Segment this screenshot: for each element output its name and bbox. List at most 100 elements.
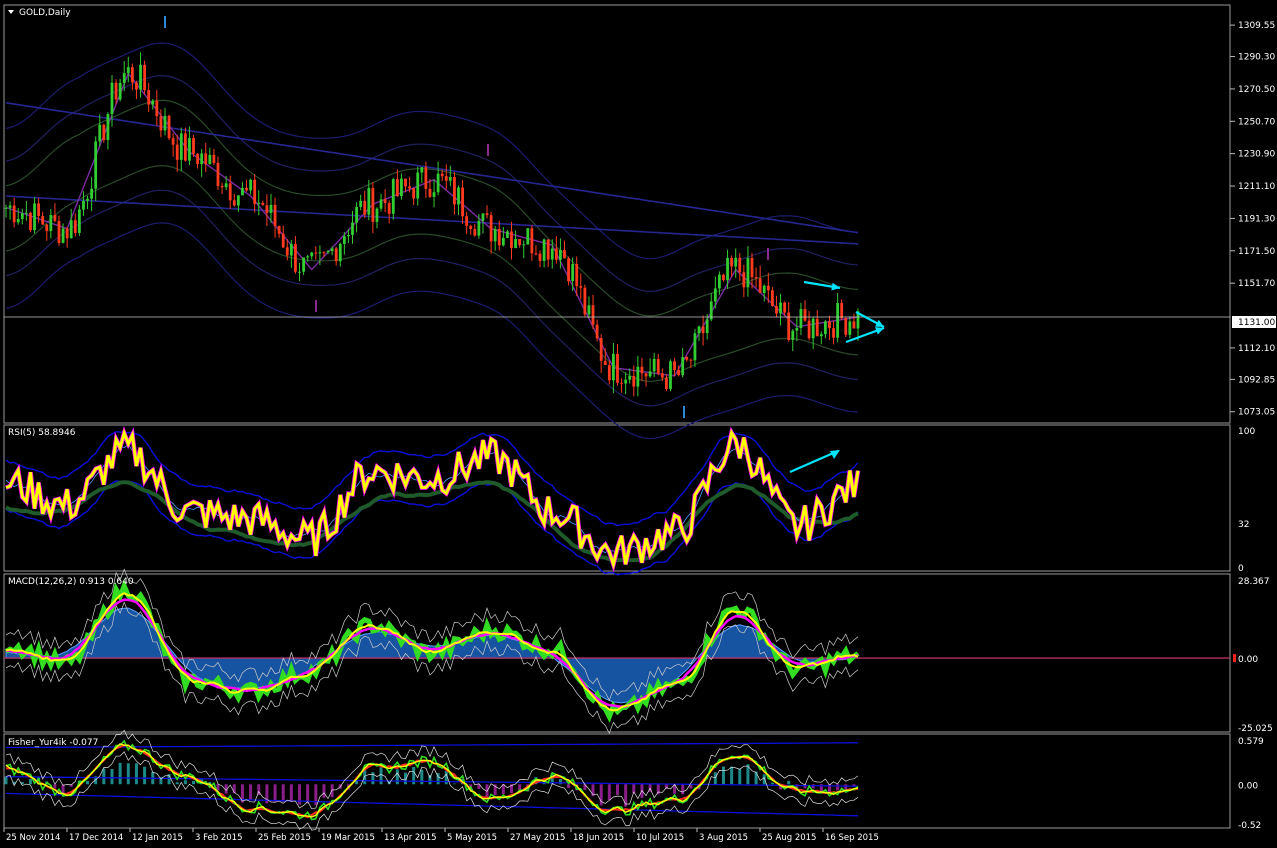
candle-body [592, 305, 595, 324]
candle-body [261, 203, 264, 205]
candle-body [9, 206, 12, 208]
chart-menu-icon[interactable] [8, 10, 14, 14]
chart-window: GOLD,Daily RSI(5) 58.8946 MACD(12,26,2) … [0, 0, 1277, 844]
candle-body [155, 101, 158, 117]
moving-average-line [6, 103, 858, 233]
candle-body [791, 331, 794, 340]
fisher-plot [5, 730, 859, 830]
candle-body [624, 380, 627, 384]
candle-body [367, 188, 370, 215]
candle-body [571, 264, 574, 281]
price-tick-label: 1290.30 [1238, 53, 1275, 63]
candle-body [249, 180, 252, 191]
candle-body [649, 371, 652, 376]
rsi-tick-label: 0 [1238, 564, 1244, 574]
macd-panel-title: MACD(12,26,2) 0.913 0.640 [8, 577, 134, 587]
fisher-bar [119, 763, 122, 784]
candle-body [229, 183, 232, 200]
candle-body [636, 367, 639, 387]
candle-body [127, 67, 130, 73]
candle-body [616, 354, 619, 383]
price-tick-label: 1270.50 [1238, 85, 1275, 95]
fisher-bar [836, 784, 839, 790]
candle-body [530, 228, 533, 253]
candle-body [119, 83, 122, 100]
candle-body [482, 213, 485, 220]
time-tick-label: 25 Aug 2015 [762, 833, 816, 843]
price-tick-label: 1191.30 [1238, 214, 1275, 224]
candle-body [853, 321, 856, 328]
time-tick-label: 12 Jan 2015 [132, 833, 183, 843]
candle-body [200, 153, 203, 164]
candle-body [49, 215, 52, 231]
candle-body [41, 216, 44, 225]
candle-body [677, 370, 680, 375]
candle-body [604, 361, 607, 365]
candle-body [376, 209, 379, 222]
candle-body [388, 203, 391, 214]
candle-body [812, 319, 815, 338]
candle-body [298, 272, 301, 273]
fisher-bar [380, 767, 383, 784]
candle-body [265, 205, 268, 213]
fisher-bar [428, 775, 431, 784]
fisher-axis: 0.5790.00-0.52 [1238, 737, 1264, 831]
fisher-bar [453, 784, 456, 785]
candle-body [66, 229, 69, 239]
candle-body [714, 288, 717, 301]
candle-body [62, 229, 65, 243]
candle-body [225, 183, 228, 187]
fisher-bar [306, 784, 309, 803]
candle-body [800, 309, 803, 328]
candle-body [147, 90, 150, 104]
candle-body [848, 321, 851, 334]
candle-body [13, 206, 16, 223]
price-tick-label: 1230.90 [1238, 150, 1275, 160]
candle-body [457, 188, 460, 205]
candle-body [400, 179, 403, 196]
time-tick-label: 10 Jul 2015 [636, 833, 684, 843]
time-tick-label: 17 Dec 2014 [69, 833, 123, 843]
candle-body [188, 138, 191, 161]
candle-body [131, 67, 134, 82]
candle-body [551, 249, 554, 260]
candle-body [5, 208, 8, 209]
candle-body [596, 325, 599, 339]
time-tick-label: 25 Nov 2014 [6, 833, 60, 843]
candle-body [306, 256, 309, 257]
fisher-bar [127, 763, 130, 784]
fisher-panel-title: Fisher_Yur4ik -0.077 [8, 738, 98, 748]
fisher-bar [282, 784, 285, 802]
candle-body [477, 221, 480, 236]
candle-body [318, 252, 321, 253]
candle-body [172, 138, 175, 145]
candle-body [37, 203, 40, 216]
fisher-bar [290, 784, 293, 802]
candle-body [339, 244, 342, 261]
chart-canvas[interactable]: GOLD,Daily RSI(5) 58.8946 MACD(12,26,2) … [0, 0, 1277, 844]
fisher-bar [86, 781, 89, 784]
price-band-line [6, 223, 858, 439]
candle-body [290, 244, 293, 256]
candle-body [445, 176, 448, 181]
candle-body [58, 221, 61, 243]
candle-body [747, 258, 750, 287]
fisher-bar [420, 770, 423, 785]
time-tick-label: 13 Apr 2015 [384, 833, 437, 843]
candle-body [543, 240, 546, 261]
macd-level-marker [1233, 654, 1236, 662]
candle-body [751, 258, 754, 277]
fisher-panel-frame [4, 734, 1230, 828]
candle-body [139, 65, 142, 90]
fisher-tick-label: 0.579 [1238, 737, 1264, 747]
candle-body [828, 321, 831, 328]
candle-body [742, 272, 745, 287]
candle-body [408, 186, 411, 188]
candle-body [86, 199, 89, 201]
candle-body [302, 258, 305, 272]
fisher-bar [559, 779, 562, 784]
candle-body [347, 235, 350, 236]
fisher-bar [331, 784, 334, 797]
candle-body [795, 328, 798, 331]
candle-body [579, 286, 582, 288]
